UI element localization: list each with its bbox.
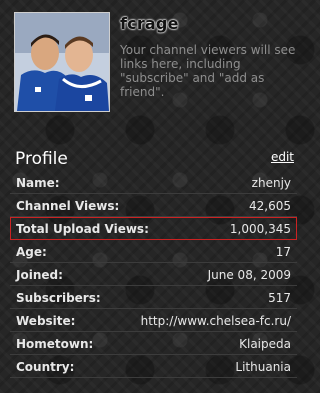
row-label: Hometown: <box>16 337 94 351</box>
profile-header: Profile edit <box>14 149 294 173</box>
row-label: Name: <box>16 176 60 190</box>
row-value: 1,000,345 <box>229 222 291 236</box>
row-label: Total Upload Views: <box>16 222 149 236</box>
profile-row-joined: Joined: June 08, 2009 <box>10 263 297 286</box>
profile-row-total-upload-views: Total Upload Views: 1,000,345 <box>10 217 297 240</box>
row-label: Channel Views: <box>16 199 120 213</box>
profile-row-name: Name: zhenjy <box>10 171 297 194</box>
row-label: Website: <box>16 314 76 328</box>
row-label: Subscribers: <box>16 291 101 305</box>
row-value: 17 <box>275 245 291 259</box>
edit-link[interactable]: edit <box>271 150 294 164</box>
channel-name: fcrage <box>120 14 179 33</box>
profile-row-country: Country: Lithuania <box>10 355 297 378</box>
row-value: zhenjy <box>251 176 291 190</box>
profile-title: Profile <box>15 149 68 169</box>
avatar-photo <box>15 13 109 111</box>
row-value: 42,605 <box>249 199 291 213</box>
row-label: Country: <box>16 360 75 374</box>
row-value: June 08, 2009 <box>207 268 291 282</box>
profile-row-channel-views: Channel Views: 42,605 <box>10 194 297 217</box>
website-link[interactable]: http://www.chelsea-fc.ru/ <box>141 314 291 328</box>
channel-avatar[interactable] <box>14 12 110 112</box>
row-label: Joined: <box>16 268 63 282</box>
row-label: Age: <box>16 245 47 259</box>
channel-info-text: Your channel viewers will see links here… <box>120 43 296 99</box>
row-value: Klaipeda <box>239 337 291 351</box>
profile-row-age: Age: 17 <box>10 240 297 263</box>
row-value: 517 <box>268 291 291 305</box>
row-value: Lithuania <box>235 360 291 374</box>
profile-row-hometown: Hometown: Klaipeda <box>10 332 297 355</box>
profile-row-subscribers: Subscribers: 517 <box>10 286 297 309</box>
channel-header: fcrage Your channel viewers will see lin… <box>0 0 307 140</box>
profile-table: Name: zhenjy Channel Views: 42,605 Total… <box>10 171 297 378</box>
profile-row-website: Website: http://www.chelsea-fc.ru/ <box>10 309 297 332</box>
